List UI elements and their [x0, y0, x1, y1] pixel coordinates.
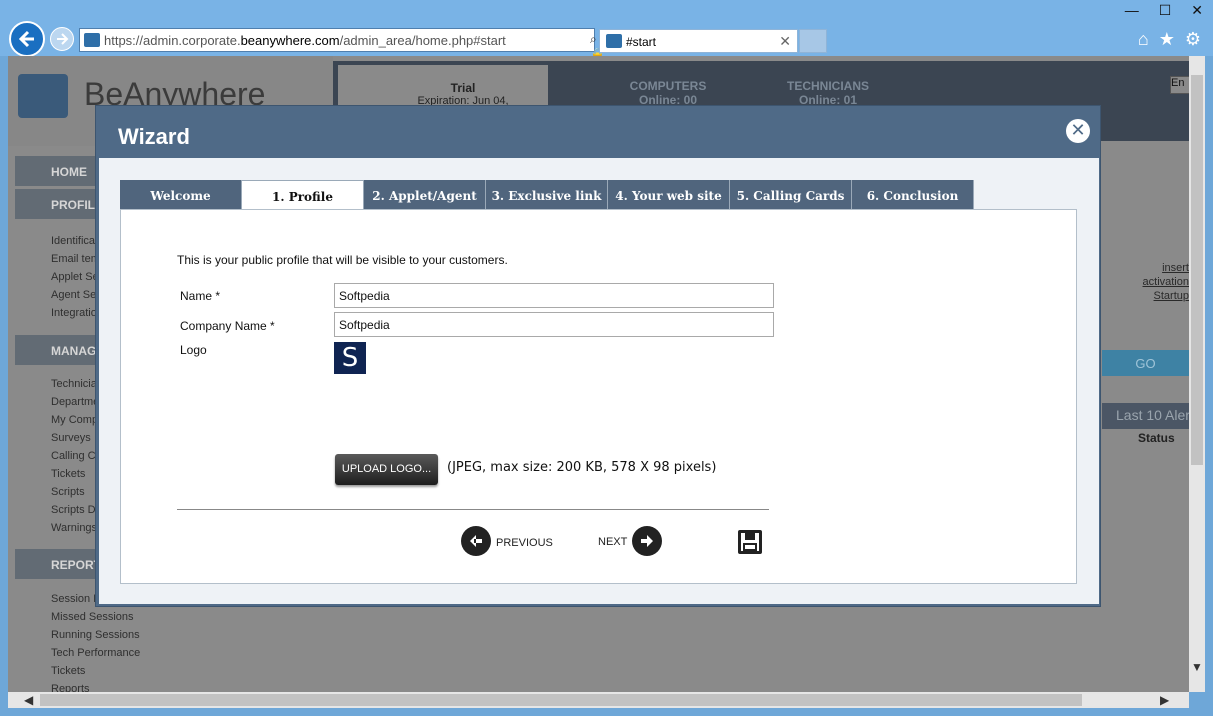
scroll-down-icon[interactable]: ▼ [1191, 660, 1203, 674]
name-field[interactable] [334, 283, 774, 308]
arrow-left-icon [470, 535, 482, 547]
forward-button[interactable] [50, 27, 74, 51]
arrow-right-icon [641, 535, 653, 547]
browser-tab-active[interactable]: #start ✕ [599, 29, 798, 53]
tab-your-web-site[interactable]: 4. Your web site [608, 180, 730, 211]
logo-label: Logo [180, 343, 207, 357]
activation-link[interactable]: insert activation Startup [1120, 261, 1189, 303]
upload-requirements-text: (JPEG, max size: 200 KB, 578 X 98 pixels… [447, 460, 717, 475]
wizard-title: Wizard [118, 124, 190, 149]
tab-applet-agent[interactable]: 2. Applet/Agent [364, 180, 486, 211]
profile-panel: This is your public profile that will be… [120, 209, 1077, 584]
minimize-button[interactable]: — [1125, 2, 1139, 19]
tab-welcome[interactable]: Welcome [120, 180, 242, 211]
trial-label: Trial [450, 81, 476, 95]
sidebar-item[interactable]: Reports [51, 680, 140, 692]
save-icon-label [743, 543, 757, 551]
maximize-button[interactable]: ☐ [1159, 2, 1172, 19]
address-bar[interactable]: https://admin.corporate.beanywhere.com/a… [79, 28, 613, 75]
wizard-dialog: Wizard ✕ Welcome 1. Profile 2. Applet/Ag… [95, 105, 1101, 607]
next-arrow-icon[interactable] [632, 526, 662, 556]
tab-profile[interactable]: 1. Profile [242, 180, 364, 211]
vertical-scroll-thumb[interactable] [1191, 75, 1203, 465]
settings-gear-icon[interactable]: ⚙ [1185, 29, 1201, 50]
window-controls: — ☐ ✕ [1125, 2, 1203, 19]
divider [177, 509, 769, 510]
new-tab-button[interactable] [799, 29, 827, 53]
startup-link-text[interactable]: Startup [1120, 289, 1189, 303]
horizontal-scroll-thumb[interactable] [40, 694, 1082, 706]
computers-label: COMPUTERS [629, 79, 707, 93]
sidebar-item[interactable]: Running Sessions [51, 626, 140, 644]
name-label: Name * [180, 289, 221, 303]
company-name-field[interactable] [334, 312, 774, 337]
activation-link-text[interactable]: insert activation [1120, 261, 1189, 289]
technicians-label: TECHNICIANS [786, 79, 869, 93]
company-logo-image: S [334, 342, 366, 374]
close-icon[interactable]: ✕ [1066, 119, 1090, 143]
language-selector[interactable]: En [1170, 76, 1189, 94]
arrow-right-icon [57, 33, 69, 45]
previous-arrow-icon[interactable] [461, 526, 491, 556]
tab-exclusive-link[interactable]: 3. Exclusive link [486, 180, 608, 211]
technicians-stat: TECHNICIANS Online: 01 [768, 79, 888, 107]
home-icon[interactable]: ⌂ [1138, 29, 1149, 50]
scroll-left-icon[interactable]: ◀ [24, 693, 33, 707]
save-icon-shutter [745, 532, 755, 540]
tab-title: #start [626, 35, 657, 49]
beanywhere-logo-icon [18, 74, 68, 118]
tab-conclusion[interactable]: 6. Conclusion [852, 180, 974, 211]
company-name-label: Company Name * [180, 319, 275, 333]
upload-logo-button[interactable]: UPLOAD LOGO... [335, 454, 438, 485]
wizard-tabs: Welcome 1. Profile 2. Applet/Agent 3. Ex… [120, 180, 974, 211]
sidebar-item[interactable]: Missed Sessions [51, 608, 140, 626]
site-favicon-icon [84, 33, 100, 47]
back-button[interactable] [9, 21, 45, 57]
save-icon[interactable] [738, 530, 762, 554]
sidebar-item[interactable]: Tickets [51, 662, 140, 680]
close-window-button[interactable]: ✕ [1191, 2, 1203, 19]
computers-stat: COMPUTERS Online: 00 [608, 79, 728, 107]
next-button[interactable]: NEXT [598, 536, 627, 548]
tab-favicon-icon [606, 34, 622, 48]
last-alerts-header: Last 10 Alerts [1102, 403, 1189, 429]
wizard-body: Welcome 1. Profile 2. Applet/Agent 3. Ex… [99, 158, 1099, 604]
trial-box: Trial Expiration: Jun 04, [338, 65, 548, 107]
go-button[interactable]: GO [1102, 350, 1189, 376]
status-column-header: Status [1138, 431, 1175, 445]
previous-button[interactable]: PREVIOUS [496, 537, 553, 549]
url-text: https://admin.corporate.beanywhere.com/a… [104, 33, 506, 48]
tab-close-icon[interactable]: ✕ [779, 33, 791, 50]
profile-intro-text: This is your public profile that will be… [177, 253, 508, 267]
scroll-right-icon[interactable]: ▶ [1160, 693, 1169, 707]
browser-tools: ⌂ ★ ⚙ [1138, 29, 1201, 50]
sidebar-item[interactable]: Tech Performance [51, 644, 140, 662]
tab-calling-cards[interactable]: 5. Calling Cards [730, 180, 852, 211]
arrow-left-icon [18, 30, 34, 48]
favorites-icon[interactable]: ★ [1159, 29, 1175, 50]
